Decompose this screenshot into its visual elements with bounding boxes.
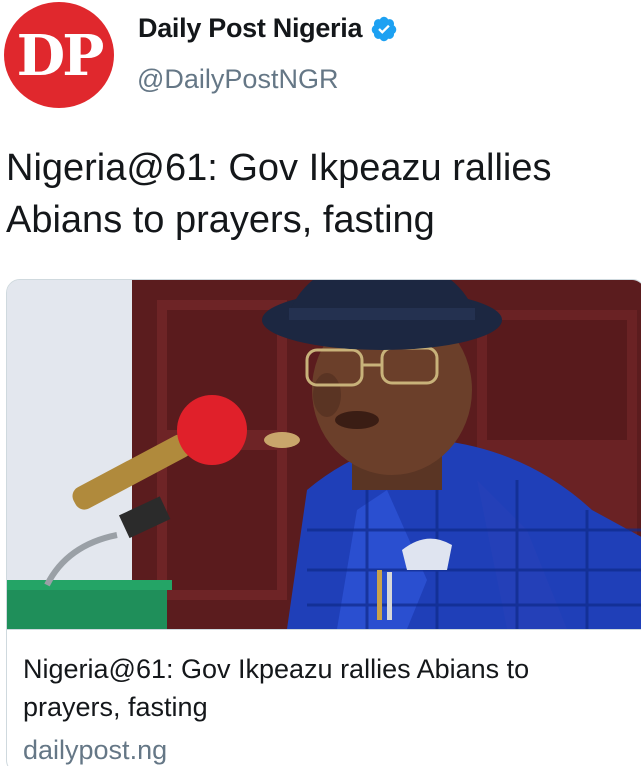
link-card-title[interactable]: Nigeria@61: Gov Ikpeazu rallies Abians t… — [23, 650, 603, 726]
link-card-domain[interactable]: dailypost.ng — [23, 732, 631, 766]
link-card[interactable]: Nigeria@61: Gov Ikpeazu rallies Abians t… — [6, 279, 641, 766]
tweet-header: DP Daily Post Nigeria @DailyPostNGR — [0, 0, 641, 110]
link-card-image[interactable] — [7, 280, 641, 629]
author-display-name[interactable]: Daily Post Nigeria — [138, 13, 362, 44]
verified-badge-icon — [371, 16, 397, 41]
avatar[interactable]: DP — [4, 2, 114, 108]
author-name-row[interactable]: Daily Post Nigeria — [138, 13, 398, 44]
avatar-logo-text: DP — [16, 23, 105, 89]
link-card-body[interactable]: Nigeria@61: Gov Ikpeazu rallies Abians t… — [7, 629, 641, 766]
author-handle[interactable]: @DailyPostNGR — [137, 64, 338, 95]
tweet-text: Nigeria@61: Gov Ikpeazu rallies Abians t… — [6, 147, 552, 241]
